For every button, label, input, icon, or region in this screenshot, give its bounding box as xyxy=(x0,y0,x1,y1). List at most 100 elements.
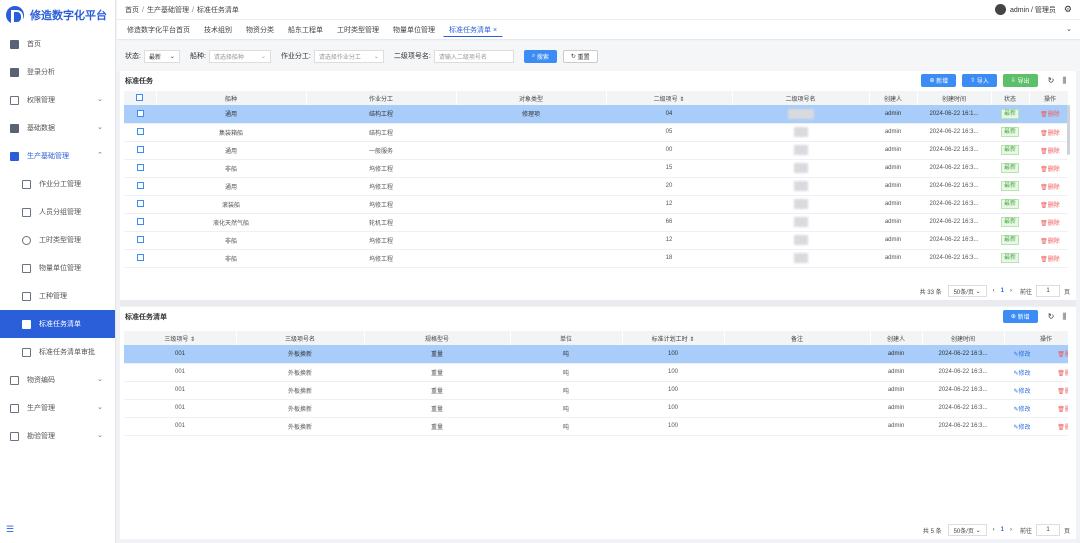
sidebar-item-work-type[interactable]: 工种管理 xyxy=(0,282,115,310)
goto-page-input[interactable]: 1 xyxy=(1035,524,1060,536)
sidebar-item-unit[interactable]: 物量单位管理 xyxy=(0,254,115,282)
select-all-checkbox[interactable] xyxy=(136,94,144,102)
item2-input[interactable]: 请输入二级项号名 xyxy=(433,49,514,63)
row-checkbox[interactable] xyxy=(136,182,144,190)
row-checkbox[interactable] xyxy=(136,164,144,172)
breadcrumb-home[interactable]: 首页 xyxy=(125,7,139,14)
sidebar-item-hour-type[interactable]: 工时类型管理 xyxy=(0,226,115,254)
sidebar-item-personnel-group[interactable]: 人员分组管理 xyxy=(0,198,115,226)
sidebar-item-production-mgmt[interactable]: 生产管理 ⌄ xyxy=(0,394,115,422)
vertical-scrollbar[interactable] xyxy=(1067,105,1070,155)
tab-unit[interactable]: 物量单位管理 xyxy=(387,22,441,37)
page-number[interactable]: 1 xyxy=(1001,527,1004,533)
reset-button[interactable]: ↻ 重置 xyxy=(562,49,598,63)
col-plan-hours[interactable]: 标准计划工时 ⇕ xyxy=(622,331,725,345)
search-button[interactable]: ⌕ 搜索 xyxy=(523,49,557,63)
tab-standard-task[interactable]: 标准任务清单 × xyxy=(443,22,504,37)
row-checkbox[interactable] xyxy=(136,128,144,136)
edit-button[interactable]: ✎修改 xyxy=(1013,371,1030,377)
add-button[interactable]: ⊕ 新增 xyxy=(1002,310,1038,323)
col-item3[interactable]: 三级项号 ⇕ xyxy=(124,331,237,345)
indent-icon[interactable]: ☰ xyxy=(6,524,14,535)
table-row[interactable]: 通用 坞修工程 20 admin 2024-06-22 16:3... 最新 🗑删除 xyxy=(124,177,1068,196)
table-row[interactable]: 001 外板换新 重量吨 100 admin 2024-06-22 16:3... ✎修改 🗑… xyxy=(124,381,1068,400)
row-checkbox[interactable] xyxy=(136,146,144,154)
sidebar-item-survey-mgmt[interactable]: 勘验管理 ⌄ xyxy=(0,422,115,450)
table-row[interactable]: 非船 坞修工程 12 admin 2024-06-22 16:3... 最新 🗑删除 xyxy=(124,231,1068,250)
table-row[interactable]: 001 外板换新 重量吨 100 admin 2024-06-22 16:3... ✎修改 🗑… xyxy=(124,399,1068,418)
sidebar-item-work-division[interactable]: 作业分工管理 xyxy=(0,170,115,198)
sidebar-item-standard-task[interactable]: 标准任务清单 xyxy=(0,310,115,338)
delete-button[interactable]: 🗑删除 xyxy=(1040,221,1060,227)
table-row[interactable]: 001 外板换新 重量吨 100 admin 2024-06-22 16:3... ✎修改 🗑… xyxy=(124,417,1068,436)
table-row[interactable]: 001 外板换新 重量吨 100 admin 2024-06-22 16:3... ✎修改 🗑… xyxy=(124,363,1068,382)
tab-home[interactable]: 修造数字化平台首页 xyxy=(121,22,196,37)
sidebar-item-material-code[interactable]: 物资编码 ⌄ xyxy=(0,366,115,394)
column-settings-icon[interactable]: ⫼ xyxy=(1062,312,1066,322)
table-row[interactable]: 通用 一般服务 00 admin 2024-06-22 16:3... 最新 🗑删除 xyxy=(124,141,1068,160)
table-row[interactable]: 滚装船 坞修工程 12 admin 2024-06-22 16:3... 最新 🗑删除 xyxy=(124,195,1068,214)
delete-button[interactable]: 🗑删除 xyxy=(1040,167,1060,173)
sidebar-item-permission[interactable]: 权限管理 ⌄ xyxy=(0,86,115,114)
edit-button[interactable]: ✎修改 xyxy=(1013,425,1030,431)
refresh-icon[interactable]: ↻ xyxy=(1048,76,1055,85)
delete-button[interactable]: 🗑删除 xyxy=(1040,112,1060,118)
table-row[interactable]: 集装箱船 结构工程 05 admin 2024-06-22 16:3... 最新 🗑删除 xyxy=(124,123,1068,142)
sidebar-item-home[interactable]: 首页 xyxy=(0,30,115,58)
table-row[interactable]: 非船 坞修工程 15 admin 2024-06-22 16:3... 最新 🗑删除 xyxy=(124,159,1068,178)
next-page-icon[interactable]: › xyxy=(1010,288,1012,294)
edit-button[interactable]: ✎修改 xyxy=(1013,407,1030,413)
refresh-icon[interactable]: ↻ xyxy=(1048,312,1055,321)
delete-button[interactable]: 🗑删除 xyxy=(1040,149,1060,155)
delete-button[interactable]: 🗑删除 xyxy=(1040,131,1060,137)
row-checkbox[interactable] xyxy=(136,110,144,118)
sidebar-item-basic-data[interactable]: 基础数据 ⌄ xyxy=(0,114,115,142)
delete-button[interactable]: 🗑删除 xyxy=(1040,203,1060,209)
import-button[interactable]: ⇧ 导入 xyxy=(962,74,997,87)
delete-button[interactable]: 🗑删除 xyxy=(1040,239,1060,245)
delete-button[interactable]: 🗑删除 xyxy=(1057,352,1068,358)
table-row[interactable]: 001 外板换新 重量吨 100 admin 2024-06-22 16:3... ✎修改 🗑… xyxy=(124,345,1068,364)
chevron-down-icon[interactable]: ⌄ xyxy=(1066,25,1072,33)
ship-select[interactable]: 请选择船种 ⌄ xyxy=(208,49,271,63)
col-item2[interactable]: 二级项号 ⇕ xyxy=(606,91,733,105)
edit-button[interactable]: ✎修改 xyxy=(1013,389,1030,395)
delete-button[interactable]: 🗑删除 xyxy=(1057,389,1068,395)
export-button[interactable]: ⇩ 导出 xyxy=(1002,74,1038,87)
row-checkbox[interactable] xyxy=(136,254,144,262)
delete-button[interactable]: 🗑删除 xyxy=(1057,425,1068,431)
sidebar-item-login-analysis[interactable]: 登录分析 xyxy=(0,58,115,86)
row-checkbox[interactable] xyxy=(136,236,144,244)
tab-owner-order[interactable]: 船东工程单 xyxy=(282,22,329,37)
edit-button[interactable]: ✎修改 xyxy=(1013,352,1030,358)
delete-button[interactable]: 🗑删除 xyxy=(1057,407,1068,413)
page-size-select[interactable]: 50条/页 ⌄ xyxy=(947,285,987,297)
user-menu[interactable]: admin / 管理员 ⚙ xyxy=(995,4,1072,15)
breadcrumb-production[interactable]: 生产基础管理 xyxy=(147,7,189,14)
column-settings-icon[interactable]: ⫼ xyxy=(1062,76,1066,86)
next-page-icon[interactable]: › xyxy=(1010,527,1012,533)
row-checkbox[interactable] xyxy=(136,218,144,226)
work-select[interactable]: 请选择作业分工 ⌄ xyxy=(313,49,384,63)
page-number[interactable]: 1 xyxy=(1001,288,1004,294)
tab-tech-group[interactable]: 技术组别 xyxy=(198,22,238,37)
table-row[interactable]: 非船 坞修工程 18 admin 2024-06-22 16:3... 最新 🗑删除 xyxy=(124,249,1068,268)
prev-page-icon[interactable]: ‹ xyxy=(993,288,995,294)
prev-page-icon[interactable]: ‹ xyxy=(993,527,995,533)
sidebar-item-production-basic[interactable]: 生产基础管理 ⌃ xyxy=(0,142,115,170)
delete-button[interactable]: 🗑删除 xyxy=(1040,185,1060,191)
gear-icon[interactable]: ⚙ xyxy=(1064,4,1072,15)
tab-hour-type[interactable]: 工时类型管理 xyxy=(331,22,385,37)
sidebar-item-standard-task-approval[interactable]: 标准任务清单审批 xyxy=(0,338,115,366)
table-row[interactable]: 通用 结构工程 修理项 04 admin 2024-06-22 16:1... 最新 🗑删除 xyxy=(124,105,1068,124)
table-row[interactable]: 液化天然气船 轮机工程 66 admin 2024-06-22 16:3... 最新 🗑删除 xyxy=(124,213,1068,232)
delete-button[interactable]: 🗑删除 xyxy=(1040,257,1060,263)
delete-button[interactable]: 🗑删除 xyxy=(1057,371,1068,377)
panel-splitter[interactable] xyxy=(120,300,1076,306)
tab-material-class[interactable]: 物资分类 xyxy=(240,22,280,37)
add-button[interactable]: ⊕ 新增 xyxy=(921,74,957,87)
goto-page-input[interactable]: 1 xyxy=(1035,285,1060,297)
row-checkbox[interactable] xyxy=(136,200,144,208)
page-size-select[interactable]: 50条/页 ⌄ xyxy=(947,524,987,536)
status-select[interactable]: 最新 ⌄ xyxy=(143,49,180,63)
